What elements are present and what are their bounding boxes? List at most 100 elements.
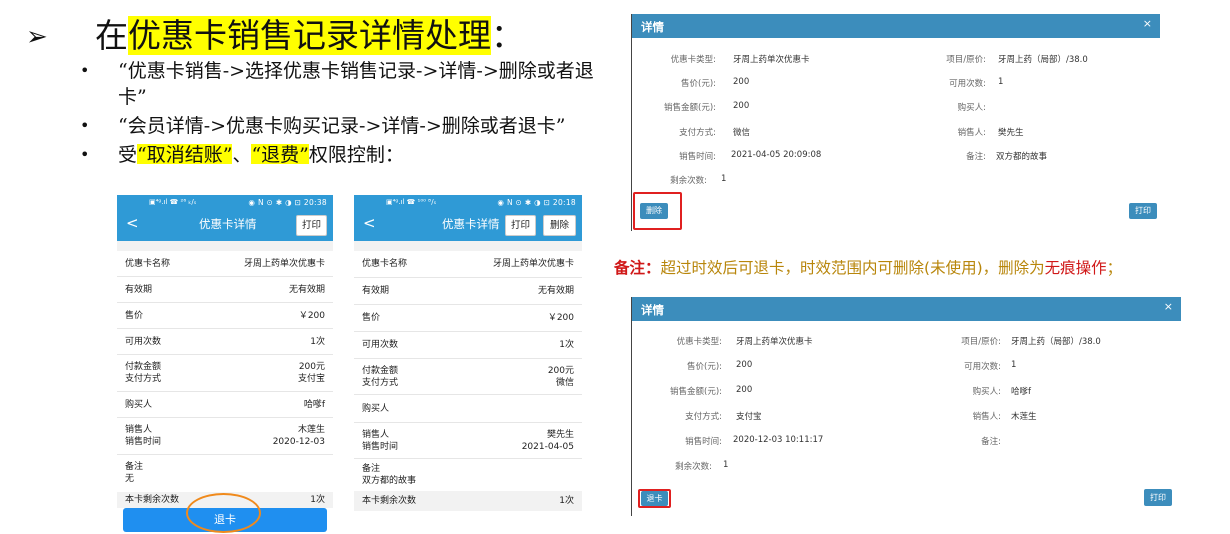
field-label: 销售金额(元): (664, 103, 716, 113)
bullet-dot-icon: • (80, 116, 90, 135)
field-label: 优惠卡类型: (670, 55, 716, 65)
list-item: 购买人 (354, 395, 582, 423)
field-value: 牙周上药（局部）/38.0 (1011, 337, 1101, 347)
bullet-list: • “优惠卡销售->选择优惠卡销售记录->详情->删除或者退卡” • “会员详情->… (76, 58, 606, 164)
row-value: 木莲生 (297, 425, 325, 435)
detail-panel-delete: 详情 × 优惠卡类型: 牙周上药单次优惠卡 项目/原价: 牙周上药（局部）/38… (632, 14, 1160, 231)
bullet-item: • “优惠卡销售->选择优惠卡销售记录->详情->删除或者退卡” (76, 58, 606, 110)
field-label: 销售时间: (685, 437, 722, 447)
remark-text: ； (1106, 259, 1123, 277)
field-label: 剩余次数: (675, 462, 712, 472)
bullet-dot-icon: • (80, 61, 90, 80)
field-value: 牙周上药（局部）/38.0 (998, 55, 1088, 65)
row-value: 2021-04-05 (521, 442, 574, 452)
refund-card-button[interactable]: 退卡 (641, 491, 668, 506)
list-item: 可用次数 1次 (354, 332, 582, 359)
row-value: 无有效期 (288, 285, 325, 295)
field-value: 双方都的故事 (996, 152, 1048, 162)
field-value: 木莲生 (1011, 412, 1037, 422)
row-label: 销售时间 (362, 442, 399, 452)
print-button[interactable]: 打印 (505, 215, 536, 236)
phone-detail-list: 优惠卡名称 牙周上药单次优惠卡 有效期 无有效期 售价 ￥200 可用次数 1次 付款金… (354, 241, 582, 511)
row-value: 牙周上药单次优惠卡 (492, 259, 574, 269)
divider (117, 241, 333, 251)
row-label: 优惠卡名称 (125, 259, 171, 269)
field-label: 项目/原价: (946, 55, 986, 65)
delete-button[interactable]: 删除 (640, 203, 668, 219)
bullet-text: 受 (118, 144, 138, 164)
list-item: 有效期 无有效期 (354, 278, 582, 305)
close-icon[interactable]: × (1164, 300, 1173, 313)
row-label: 销售时间 (125, 437, 162, 447)
field-value: 樊先生 (998, 128, 1024, 138)
panel-header: 详情 × (632, 14, 1160, 38)
field-label: 销售人: (957, 128, 986, 138)
list-item: 备注 双方都的故事 (354, 459, 582, 491)
phone-status-right: ◉ N ⊙ ✱ ◑ ⊡ 20:38 (248, 198, 327, 207)
field-value: 支付宝 (736, 412, 762, 422)
row-value: 哈嗲f (303, 400, 325, 410)
field-value: 牙周上药单次优惠卡 (736, 337, 813, 347)
row-label: 可用次数 (362, 340, 399, 350)
field-label: 销售时间: (679, 152, 716, 162)
field-label: 备注: (966, 152, 986, 162)
list-item: 付款金额 支付方式 200元 微信 (354, 359, 582, 395)
field-value: 200 (736, 360, 753, 370)
phone-screenshot-refund: ▣⁴ᵍ.ıl ☎ ²⁶ ₖ/ₛ ◉ N ⊙ ✱ ◑ ⊡ 20:38 < 优惠卡详… (117, 195, 333, 534)
divider (354, 241, 582, 251)
back-icon[interactable]: < (363, 214, 376, 232)
bullet-item: • “会员详情->优惠卡购买记录->详情->删除或者退卡” (76, 113, 606, 139)
list-item: 销售人 销售时间 木莲生 2020-12-03 (117, 418, 333, 455)
row-label: 支付方式 (362, 378, 399, 388)
row-label: 销售人 (362, 430, 390, 440)
print-button[interactable]: 打印 (1129, 203, 1157, 219)
list-item: 购买人 哈嗲f (117, 392, 333, 418)
remark-text: 超过时效后可退卡，时效范围内可删除(未使用)，删除为 (660, 259, 1045, 277)
field-label: 支付方式: (679, 128, 716, 138)
row-value: 支付宝 (297, 374, 325, 384)
close-icon[interactable]: × (1143, 17, 1152, 30)
field-value: 微信 (733, 128, 751, 138)
field-label: 购买人: (957, 103, 986, 113)
row-label: 备注 (362, 464, 381, 474)
field-label: 销售人: (972, 412, 1001, 422)
bullet-highlight-cancel-checkout: “取消结账” (137, 144, 233, 164)
phone-status-left: ▣⁴ᵍ.ıl ☎ ²⁶ ₖ/ₛ (149, 198, 197, 206)
bullet-text: 、 (232, 144, 252, 164)
row-value: 2020-12-03 (272, 437, 325, 447)
heading-prefix: 在 (95, 16, 128, 55)
slide-heading: 在优惠卡销售记录详情处理： (95, 13, 524, 59)
row-value: 牙周上药单次优惠卡 (243, 259, 325, 269)
field-value: 牙周上药单次优惠卡 (733, 55, 810, 65)
field-label: 优惠卡类型: (676, 337, 722, 347)
field-label: 购买人: (972, 387, 1001, 397)
delete-button[interactable]: 删除 (543, 215, 576, 236)
print-button[interactable]: 打印 (296, 215, 327, 236)
phone-header: ▣⁴ᵍ.ıl ☎ ²⁶ ₖ/ₛ ◉ N ⊙ ✱ ◑ ⊡ 20:38 < 优惠卡详… (117, 195, 333, 241)
row-label: 售价 (362, 313, 381, 323)
row-value: 微信 (555, 378, 574, 388)
panel-header: 详情 × (632, 297, 1181, 321)
row-label: 优惠卡名称 (362, 259, 408, 269)
field-label: 售价(元): (681, 79, 716, 89)
print-button[interactable]: 打印 (1144, 489, 1172, 506)
list-item: 付款金额 支付方式 200元 支付宝 (117, 355, 333, 392)
row-value: 1次 (310, 495, 325, 505)
back-icon[interactable]: < (126, 214, 139, 232)
heading-suffix: ： (491, 16, 524, 55)
row-label: 备注 (125, 462, 144, 472)
row-label: 有效期 (362, 286, 390, 296)
list-item: 售价 ￥200 (354, 305, 582, 332)
field-value: 1 (998, 77, 1004, 87)
remark-label: 备注： (614, 259, 661, 277)
list-item: 优惠卡名称 牙周上药单次优惠卡 (354, 251, 582, 278)
remark-note: 备注：超过时效后可退卡，时效范围内可删除(未使用)，删除为无痕操作； (614, 256, 1122, 280)
panel-title: 详情 (641, 303, 664, 317)
row-label: 售价 (125, 311, 144, 321)
detail-panel-refund: 详情 × 优惠卡类型: 牙周上药单次优惠卡 项目/原价: 牙周上药（局部）/38… (632, 297, 1181, 516)
row-value: 无 (125, 474, 135, 484)
row-value: 200元 (298, 362, 325, 372)
field-value: 200 (736, 385, 753, 395)
phone-header: ▣⁴ᵍ.ıl ☎ ¹⁰⁰ ᴮ/ₛ ◉ N ⊙ ✱ ◑ ⊡ 20:18 < 优惠卡… (354, 195, 582, 241)
panel-title: 详情 (641, 20, 664, 34)
